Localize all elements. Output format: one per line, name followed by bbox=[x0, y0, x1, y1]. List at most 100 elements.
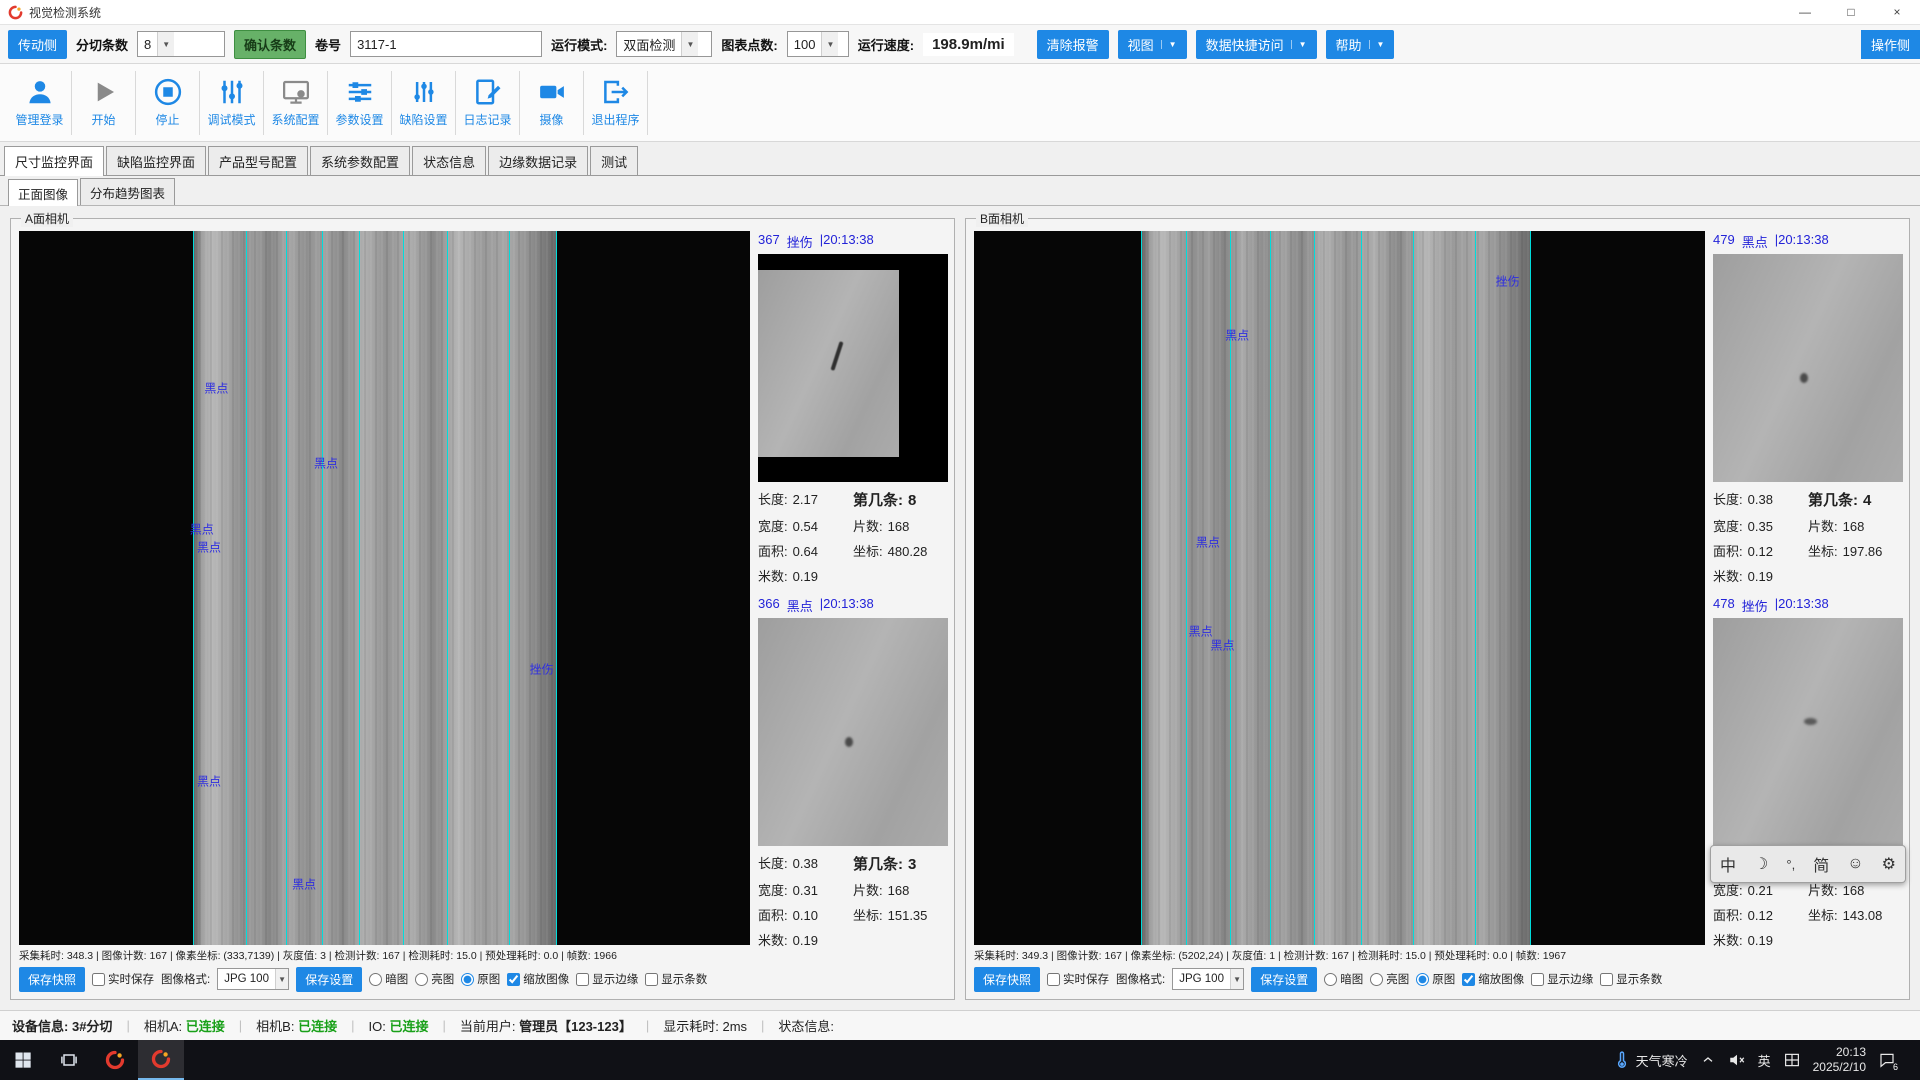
taskbar-app-running[interactable] bbox=[138, 1040, 184, 1080]
bright-image-radio[interactable]: 亮图 bbox=[415, 971, 454, 987]
device-info-label: 设备信息: bbox=[12, 1019, 68, 1034]
image-format-combo[interactable]: JPG 100▼ bbox=[1172, 968, 1244, 990]
show-edge-checkbox[interactable]: 显示边缘 bbox=[576, 971, 638, 987]
tool-user-login[interactable]: 管理登录 bbox=[8, 71, 72, 135]
close-button[interactable]: × bbox=[1874, 0, 1920, 24]
maximize-button[interactable]: □ bbox=[1828, 0, 1874, 24]
realtime-save-checkbox[interactable]: 实时保存 bbox=[1047, 971, 1109, 987]
tab-1[interactable]: 缺陷监控界面 bbox=[106, 146, 206, 175]
original-image-radio-label: 原图 bbox=[1432, 971, 1455, 987]
tab-5[interactable]: 边缘数据记录 bbox=[488, 146, 588, 175]
realtime-save-checkbox-box[interactable] bbox=[92, 973, 105, 986]
ime-moon-icon[interactable]: ☽ bbox=[1754, 854, 1768, 874]
operate-side-button[interactable]: 操作侧 bbox=[1861, 30, 1920, 59]
help-menu-button[interactable]: 帮助 ▼ bbox=[1326, 30, 1395, 59]
chevron-down-icon[interactable]: ▼ bbox=[681, 32, 698, 56]
show-count-checkbox-box[interactable] bbox=[645, 973, 658, 986]
minimize-button[interactable]: — bbox=[1782, 0, 1828, 24]
tab-0[interactable]: 尺寸监控界面 bbox=[4, 146, 104, 176]
tool-start[interactable]: 开始 bbox=[72, 71, 136, 135]
ime-punct-icon[interactable]: °, bbox=[1786, 857, 1795, 872]
tab-2[interactable]: 产品型号配置 bbox=[208, 146, 308, 175]
tool-defect-settings[interactable]: 缺陷设置 bbox=[392, 71, 456, 135]
show-edge-checkbox-box[interactable] bbox=[576, 973, 589, 986]
ime-lang-zh[interactable]: 中 bbox=[1720, 852, 1736, 876]
show-count-checkbox[interactable]: 显示条数 bbox=[1600, 971, 1662, 987]
weather-widget[interactable]: 天气寒冷 bbox=[1613, 1051, 1688, 1070]
tool-camera[interactable]: 摄像 bbox=[520, 71, 584, 135]
subtab-1[interactable]: 分布趋势图表 bbox=[80, 178, 175, 205]
taskbar-clock[interactable]: 20:13 2025/2/10 bbox=[1813, 1045, 1866, 1075]
clear-alarm-button[interactable]: 清除报警 bbox=[1037, 30, 1109, 59]
defect-label: 黑点 bbox=[197, 539, 221, 556]
stat-label: 米数: bbox=[758, 566, 788, 585]
dark-image-radio[interactable]: 暗图 bbox=[369, 971, 408, 987]
save-settings-button[interactable]: 保存设置 bbox=[1251, 967, 1317, 992]
bright-image-radio-box[interactable] bbox=[1370, 973, 1383, 986]
ime-mode-icon[interactable] bbox=[1783, 1051, 1801, 1069]
chevron-down-icon[interactable]: ▼ bbox=[821, 32, 838, 56]
tool-exit[interactable]: 退出程序 bbox=[584, 71, 648, 135]
action-center-button[interactable]: 6 bbox=[1878, 1051, 1896, 1069]
slice-count-combo[interactable]: 8 ▼ bbox=[137, 31, 225, 57]
subtab-0[interactable]: 正面图像 bbox=[8, 179, 78, 206]
save-snapshot-button[interactable]: 保存快照 bbox=[19, 967, 85, 992]
ime-simplified[interactable]: 简 bbox=[1813, 852, 1829, 876]
view-menu-button[interactable]: 视图 ▼ bbox=[1118, 30, 1187, 59]
taskbar-app-pinned[interactable] bbox=[92, 1040, 138, 1080]
drive-side-button[interactable]: 传动侧 bbox=[8, 30, 67, 59]
original-image-radio[interactable]: 原图 bbox=[1416, 971, 1455, 987]
original-image-radio-box[interactable] bbox=[461, 973, 474, 986]
tab-4[interactable]: 状态信息 bbox=[412, 146, 486, 175]
save-snapshot-button[interactable]: 保存快照 bbox=[974, 967, 1040, 992]
dark-image-radio-box[interactable] bbox=[1324, 973, 1337, 986]
roll-number-input[interactable]: 3117-1 bbox=[350, 31, 542, 57]
stat-row: 米数:0.19 bbox=[1713, 930, 1903, 949]
chart-points-combo[interactable]: 100 ▼ bbox=[787, 31, 849, 57]
bright-image-radio[interactable]: 亮图 bbox=[1370, 971, 1409, 987]
chevron-down-icon: ▼ bbox=[1161, 40, 1177, 49]
tab-6[interactable]: 测试 bbox=[590, 146, 638, 175]
panel-title: A面相机 bbox=[21, 210, 73, 227]
tool-stop[interactable]: 停止 bbox=[136, 71, 200, 135]
original-image-radio[interactable]: 原图 bbox=[461, 971, 500, 987]
start-button[interactable] bbox=[0, 1040, 46, 1080]
zoom-image-checkbox-box[interactable] bbox=[507, 973, 520, 986]
tool-system-config[interactable]: 系统配置 bbox=[264, 71, 328, 135]
zoom-image-checkbox[interactable]: 缩放图像 bbox=[1462, 971, 1524, 987]
data-access-menu-button[interactable]: 数据快捷访问 ▼ bbox=[1196, 30, 1317, 59]
realtime-save-checkbox[interactable]: 实时保存 bbox=[92, 971, 154, 987]
confirm-strips-button[interactable]: 确认条数 bbox=[234, 30, 306, 59]
tool-label: 缺陷设置 bbox=[399, 111, 447, 128]
status-info-label: 状态信息: bbox=[778, 1016, 834, 1035]
show-edge-checkbox-box[interactable] bbox=[1531, 973, 1544, 986]
show-count-checkbox-box[interactable] bbox=[1600, 973, 1613, 986]
chevron-down-icon[interactable]: ▼ bbox=[1230, 969, 1243, 989]
bright-image-radio-box[interactable] bbox=[415, 973, 428, 986]
original-image-radio-box[interactable] bbox=[1416, 973, 1429, 986]
ime-language-indicator[interactable]: 英 bbox=[1758, 1051, 1771, 1070]
run-speed-value: 198.9m/mi bbox=[923, 33, 1014, 56]
task-view-button[interactable] bbox=[46, 1040, 92, 1080]
zoom-image-checkbox-box[interactable] bbox=[1462, 973, 1475, 986]
chevron-down-icon[interactable]: ▼ bbox=[157, 32, 174, 56]
realtime-save-checkbox-box[interactable] bbox=[1047, 973, 1060, 986]
dark-image-radio[interactable]: 暗图 bbox=[1324, 971, 1363, 987]
zoom-image-checkbox[interactable]: 缩放图像 bbox=[507, 971, 569, 987]
tray-chevron-icon[interactable] bbox=[1700, 1052, 1716, 1068]
image-format-combo[interactable]: JPG 100▼ bbox=[217, 968, 289, 990]
show-edge-checkbox[interactable]: 显示边缘 bbox=[1531, 971, 1593, 987]
chevron-down-icon[interactable]: ▼ bbox=[275, 969, 288, 989]
speaker-muted-icon[interactable] bbox=[1728, 1051, 1746, 1069]
ime-emoji-icon[interactable]: ☺ bbox=[1847, 855, 1863, 873]
ime-settings-icon[interactable]: ⚙ bbox=[1882, 854, 1896, 874]
run-mode-combo[interactable]: 双面检测 ▼ bbox=[616, 31, 712, 57]
ime-toolbar: 中 ☽ °, 简 ☺ ⚙ bbox=[1710, 845, 1906, 883]
tool-debug-mode[interactable]: 调试模式 bbox=[200, 71, 264, 135]
save-settings-button[interactable]: 保存设置 bbox=[296, 967, 362, 992]
dark-image-radio-box[interactable] bbox=[369, 973, 382, 986]
show-count-checkbox[interactable]: 显示条数 bbox=[645, 971, 707, 987]
tool-param-settings[interactable]: 参数设置 bbox=[328, 71, 392, 135]
tab-3[interactable]: 系统参数配置 bbox=[310, 146, 410, 175]
tool-log-record[interactable]: 日志记录 bbox=[456, 71, 520, 135]
